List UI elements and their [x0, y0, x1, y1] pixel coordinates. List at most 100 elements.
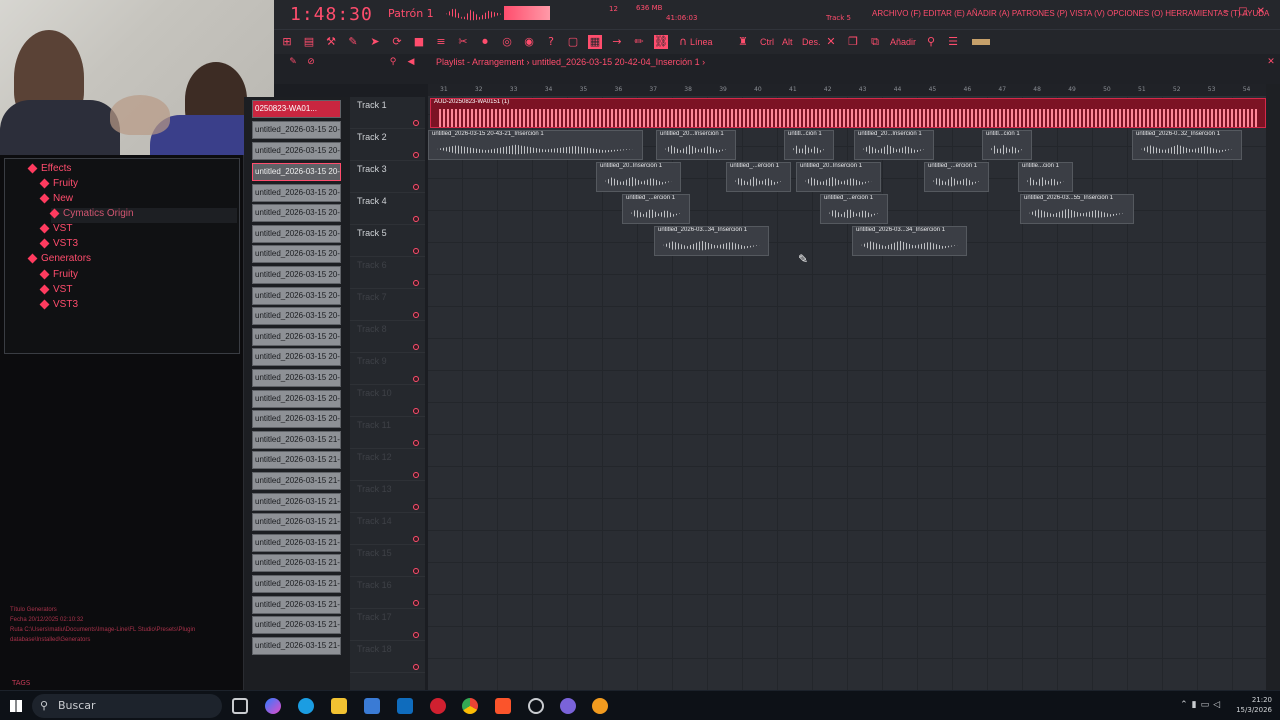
clip-source-item[interactable]: untitled_2026-03-15 20-... — [252, 266, 341, 284]
playlist-close-icon[interactable]: ✕ — [1264, 55, 1278, 69]
browser-item-fruity-generators[interactable]: Fruity — [39, 269, 78, 284]
track-mute-dot[interactable] — [413, 472, 419, 478]
clip-source-item[interactable]: untitled_2026-03-15 20-... — [252, 348, 341, 367]
track-mute-dot[interactable] — [413, 216, 419, 222]
audio-clip[interactable]: untitled_...erción 1 — [820, 194, 888, 224]
mic-icon[interactable]: ⏺ — [478, 35, 492, 49]
audio-clip[interactable]: untitled_20..Inserción 1 — [596, 162, 681, 192]
track-header[interactable]: Track 12 — [350, 449, 425, 481]
tool-icon-31[interactable]: ☰ — [946, 35, 960, 49]
clip-source-item[interactable]: untitled_2026-03-15 20-... — [252, 369, 341, 387]
task-view-icon[interactable] — [232, 698, 248, 714]
brush-icon[interactable]: ✎ — [286, 55, 300, 69]
track-header[interactable]: Track 9 — [350, 353, 425, 385]
browser-item-vst-generators[interactable]: VST — [39, 284, 72, 299]
pattern-selector[interactable]: Patrón 1 — [388, 7, 434, 20]
clip-source-item[interactable]: untitled_2026-03-15 20-... — [252, 163, 341, 181]
audio-clip[interactable]: untitled_2026-03-15 20-43-21_Inserción 1 — [428, 130, 643, 160]
clip-source-item[interactable]: untitled_2026-03-15 21-... — [252, 513, 341, 532]
snap-line-label[interactable]: Línea — [690, 37, 713, 47]
track-mute-dot[interactable] — [413, 664, 419, 670]
track-header[interactable]: Track 10 — [350, 385, 425, 417]
track-mute-dot[interactable] — [413, 184, 419, 190]
browser-item-effects[interactable]: Effects — [27, 163, 71, 178]
track-header[interactable]: Track 5 — [350, 225, 425, 257]
audio-clip[interactable]: untitl...ción 1 — [784, 130, 834, 160]
track-mute-dot[interactable] — [413, 632, 419, 638]
track-header[interactable]: Track 14 — [350, 513, 425, 545]
taskbar-search[interactable]: ⚲ Buscar — [32, 694, 222, 718]
track-mute-dot[interactable] — [413, 408, 419, 414]
clip-source-item[interactable]: untitled_2026-03-15 21-... — [252, 554, 341, 573]
audio-clip[interactable]: untitled_20...Inserción 1 — [854, 130, 934, 160]
track-header[interactable]: Track 11 — [350, 417, 425, 449]
volume-slider[interactable] — [972, 39, 990, 45]
tool-icon-16[interactable]: → — [610, 35, 624, 49]
cut-icon[interactable]: ✕ — [824, 35, 838, 49]
store-icon[interactable] — [364, 698, 380, 714]
main-menu[interactable]: ARCHIVO (F) EDITAR (E) AÑADIR (A) PATRON… — [872, 9, 1269, 18]
stamp-icon[interactable]: ♜ — [736, 35, 750, 49]
browser-item-vst3-generators[interactable]: VST3 — [39, 299, 78, 314]
tool-icon-15[interactable]: ▦ — [588, 35, 602, 49]
track-mute-dot[interactable] — [413, 504, 419, 510]
track-header[interactable]: Track 17 — [350, 609, 425, 641]
clip-source-item[interactable]: untitled_2026-03-15 21-... — [252, 575, 341, 593]
app-icon-gray[interactable] — [528, 698, 544, 714]
audio-clip[interactable]: untitled_2026-0..32_Inserción 1 — [1132, 130, 1242, 160]
track-header[interactable]: Track 6 — [350, 257, 425, 289]
tool-icon-2[interactable]: ▤ — [302, 35, 316, 49]
ctrl-button[interactable]: Ctrl — [760, 37, 774, 47]
audio-clip[interactable]: untitled_...erción 1 — [622, 194, 690, 224]
copilot-icon[interactable] — [265, 698, 281, 714]
tool-icon-6[interactable]: ⟳ — [390, 35, 404, 49]
track-header[interactable]: Track 7 — [350, 289, 425, 321]
window-controls[interactable]: –□✕ — [1224, 6, 1274, 17]
browser-item-vst-effects[interactable]: VST — [39, 223, 72, 238]
track-header[interactable]: Track 15 — [350, 545, 425, 577]
tool-icon-14[interactable]: ▢ — [566, 35, 580, 49]
track-mute-dot[interactable] — [413, 248, 419, 254]
tool-icon-7[interactable]: ■ — [412, 35, 426, 49]
tool-icon-30[interactable]: ⚲ — [924, 35, 938, 49]
clip-source-item[interactable]: untitled_2026-03-15 20-... — [252, 204, 341, 223]
track-header[interactable]: Track 3 — [350, 161, 425, 193]
clip-source-item[interactable]: untitled_2026-03-15 21-... — [252, 616, 341, 635]
clip-source-item[interactable]: untitled_2026-03-15 20-... — [252, 410, 341, 429]
track-mute-dot[interactable] — [413, 440, 419, 446]
alt-button[interactable]: Alt — [782, 37, 793, 47]
magnet-icon[interactable]: ∩ — [676, 35, 690, 49]
des-button[interactable]: Des. — [802, 37, 821, 47]
track-mute-dot[interactable] — [413, 152, 419, 158]
song-time[interactable]: 1:48:30 — [290, 4, 373, 25]
browser-item-cymatics-origin[interactable]: Cymatics Origin — [49, 208, 237, 223]
tool-icon-1[interactable]: ⊞ — [280, 35, 294, 49]
browser-item-generators[interactable]: Generators — [27, 253, 91, 268]
track-header[interactable]: Track 4 — [350, 193, 425, 225]
tool-icon-4[interactable]: ✎ — [346, 35, 360, 49]
audio-clip[interactable]: untitled_...erción 1 — [726, 162, 791, 192]
discord-icon[interactable] — [560, 698, 576, 714]
audio-clip[interactable]: untitled_2026-03...55_Inserción 1 — [1020, 194, 1134, 224]
tool-icon-8[interactable]: ≡ — [434, 35, 448, 49]
browser-item-new[interactable]: New — [39, 193, 73, 208]
clip-source-item[interactable]: untitled_2026-03-15 21-... — [252, 492, 341, 511]
edge-icon[interactable] — [298, 698, 314, 714]
browser-item-vst3-effects[interactable]: VST3 — [39, 238, 78, 253]
track-mute-dot[interactable] — [413, 120, 419, 126]
audio-clip[interactable]: untitled_2026-03...34_Inserción 1 — [852, 226, 967, 256]
track-header[interactable]: Track 2 — [350, 129, 425, 161]
track-mute-dot[interactable] — [413, 344, 419, 350]
clip-source-item[interactable]: untitled_2026-03-15 20-... — [252, 121, 341, 139]
audio-clip[interactable]: untitle...ción 1 — [1018, 162, 1073, 192]
track-mute-dot[interactable] — [413, 568, 419, 574]
audio-clip[interactable]: untitled_20..Inserción 1 — [796, 162, 881, 192]
clip-source-item[interactable]: untitled_2026-03-15 20-... — [252, 183, 341, 202]
tool-icon-3[interactable]: ⚒ — [324, 35, 338, 49]
back-icon[interactable]: ◀ — [404, 55, 418, 69]
audio-clip[interactable]: untitled_20...Inserción 1 — [656, 130, 736, 160]
clip-source-item[interactable]: untitled_2026-03-15 21-... — [252, 595, 341, 614]
clip-source-item[interactable]: untitled_2026-03-15 20-... — [252, 224, 341, 243]
outlook-icon[interactable] — [397, 698, 413, 714]
clip-source-item[interactable]: 0250823-WA01... — [252, 100, 341, 118]
